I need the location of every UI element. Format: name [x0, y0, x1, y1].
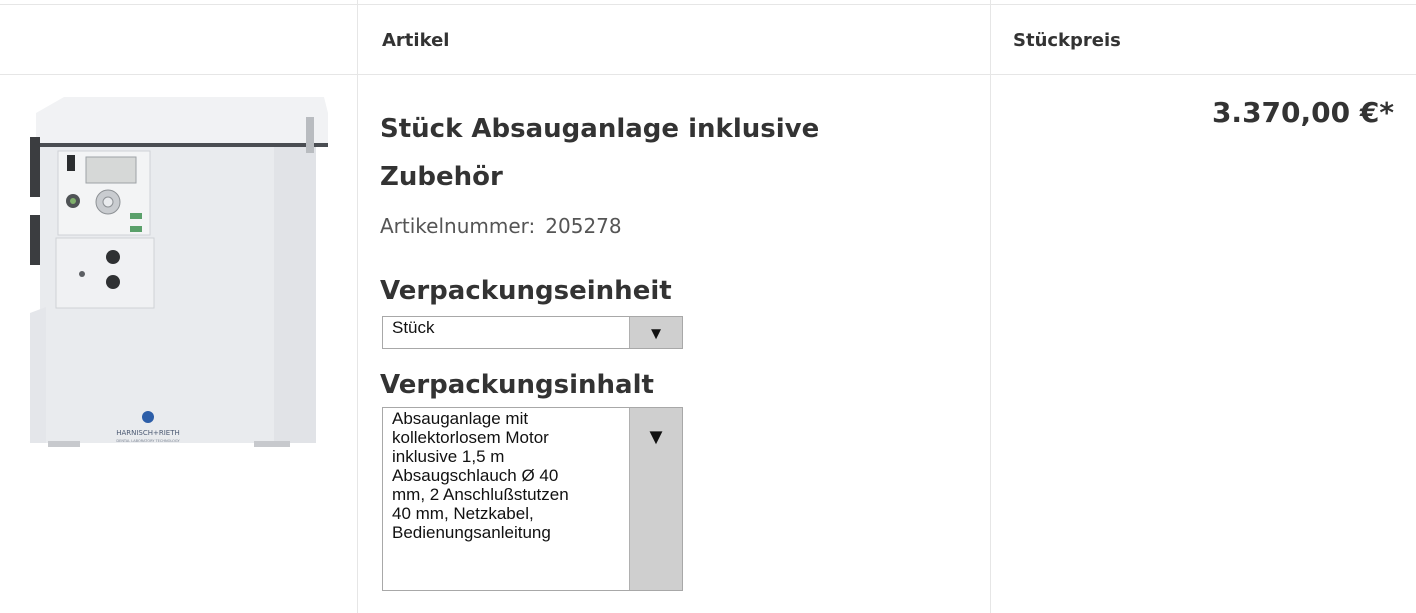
article-number-value: 205278 — [545, 214, 622, 238]
packaging-content-line: Absauganlage mit — [392, 409, 529, 428]
packaging-content-select[interactable]: Absauganlage mit kollektorlosem Motor in… — [382, 407, 683, 591]
packaging-content-dropdown-button[interactable]: ▼ — [629, 408, 682, 590]
column-divider-image — [357, 0, 358, 613]
header-divider — [0, 74, 1416, 75]
packaging-unit-select[interactable]: Stück ▼ — [382, 316, 683, 349]
packaging-unit-label: Verpackungseinheit — [380, 276, 672, 306]
column-divider-price — [990, 0, 991, 613]
article-number-label: Artikelnummer: — [380, 214, 536, 238]
table-top-border — [0, 4, 1416, 5]
image-brand-text: HARNISCH+RIETH — [116, 429, 180, 437]
packaging-content-line: Absaugschlauch Ø 40 — [392, 466, 559, 485]
packaging-content-line: Bedienungsanleitung — [392, 523, 551, 542]
column-header-article: Artikel — [382, 30, 450, 51]
triangle-down-icon: ▼ — [647, 324, 665, 343]
unit-price: 3.370,00 €* — [1211, 96, 1394, 129]
triangle-down-icon: ▼ — [645, 424, 667, 449]
packaging-content-value: Absauganlage mit kollektorlosem Motor in… — [392, 409, 628, 542]
packaging-content-line: inklusive 1,5 m — [392, 447, 505, 466]
article-number: Artikelnummer: 205278 — [380, 214, 622, 238]
packaging-unit-value: Stück — [392, 318, 435, 337]
product-image[interactable]: HARNISCH+RIETH DENTAL LABORATORY TECHNOL… — [28, 95, 328, 470]
packaging-content-label: Verpackungsinhalt — [380, 370, 654, 400]
packaging-content-line: kollektorlosem Motor — [392, 428, 549, 447]
product-title[interactable]: Stück Absauganlage inklusive Zubehör — [380, 105, 940, 201]
column-header-unit-price: Stückpreis — [1013, 30, 1121, 51]
packaging-unit-dropdown-button[interactable]: ▼ — [629, 317, 682, 348]
image-brand-subtext: DENTAL LABORATORY TECHNOLOGY — [116, 439, 180, 443]
packaging-content-line: mm, 2 Anschlußstutzen — [392, 485, 569, 504]
packaging-content-line: 40 mm, Netzkabel, — [392, 504, 534, 523]
